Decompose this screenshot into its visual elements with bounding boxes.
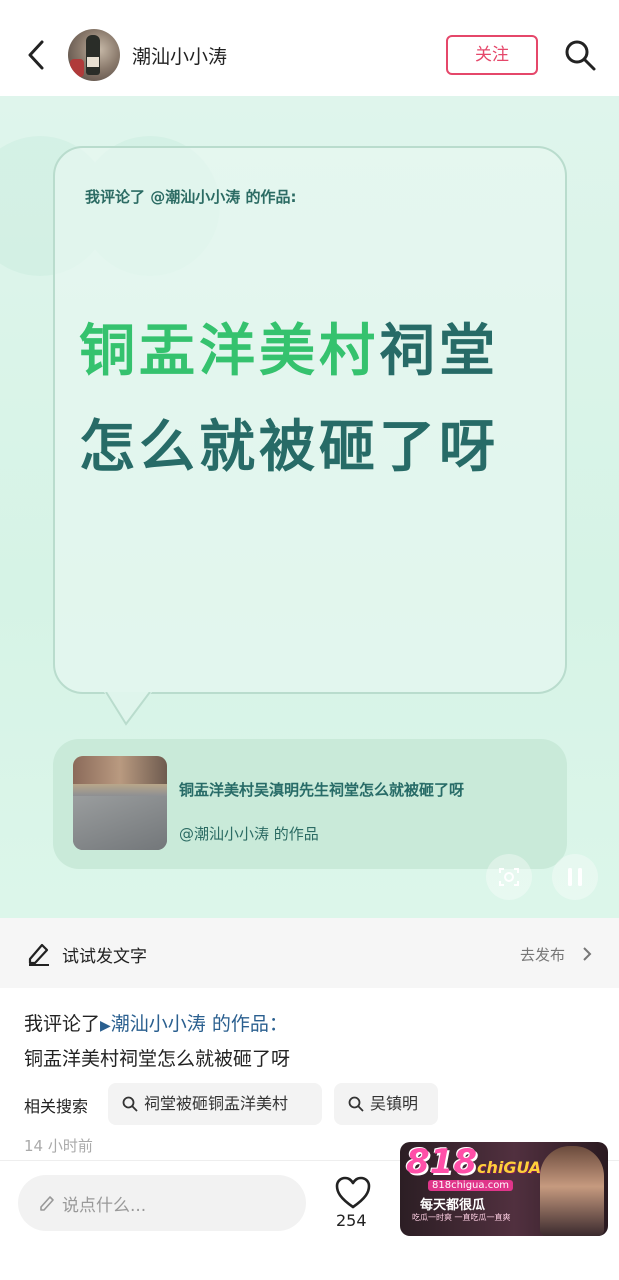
referenced-video-card[interactable]: 铜盂洋美村吴滇明先生祠堂怎么就被砸了呀 @潮汕小小涛 的作品 bbox=[53, 739, 567, 869]
ad-url: 818chigua.com bbox=[428, 1180, 514, 1191]
mention-link[interactable]: 潮汕小小涛 bbox=[111, 1013, 206, 1035]
related-search-chip[interactable]: 祠堂被砸铜盂洋美村 bbox=[108, 1083, 322, 1125]
pen-icon bbox=[28, 943, 49, 966]
ad-logo: 818chiGUA bbox=[406, 1142, 541, 1182]
bubble-heading: 我评论了 @潮汕小小涛 的作品: bbox=[85, 188, 297, 206]
try-post-label: 试试发文字 bbox=[62, 947, 147, 967]
search-icon[interactable] bbox=[563, 38, 597, 72]
caption-suffix: 的作品： bbox=[205, 1013, 288, 1035]
video-author: @潮汕小小涛 的作品 bbox=[179, 825, 319, 843]
ad-tagline: 吃瓜一时爽 一直吃瓜一直爽 bbox=[412, 1213, 511, 1222]
chevron-right-icon bbox=[583, 947, 592, 961]
post-caption-text: 铜盂洋美村祠堂怎么就被砸了呀 bbox=[24, 1048, 291, 1070]
search-icon bbox=[122, 1096, 138, 1112]
ad-slogan: 每天都很瓜 bbox=[420, 1198, 486, 1213]
comment-input[interactable]: 说点什么... bbox=[18, 1175, 306, 1231]
ad-logo-text: chiGUA bbox=[476, 1158, 542, 1177]
avatar[interactable] bbox=[68, 29, 120, 81]
comment-placeholder: 说点什么... bbox=[62, 1196, 147, 1216]
related-search-chip[interactable]: 吴镇明 bbox=[334, 1083, 438, 1125]
follow-button[interactable]: 关注 bbox=[446, 35, 538, 75]
like-count: 254 bbox=[336, 1211, 367, 1230]
heart-icon[interactable] bbox=[334, 1175, 372, 1211]
bubble-main-text: 铜盂洋美村祠堂怎么就被砸了呀 bbox=[79, 304, 519, 496]
ad-logo-number: 818 bbox=[406, 1142, 477, 1182]
go-publish-link[interactable]: 去发布 bbox=[520, 944, 565, 965]
video-title: 铜盂洋美村吴滇明先生祠堂怎么就被砸了呀 bbox=[179, 781, 465, 799]
related-search-label: 相关搜索 bbox=[24, 1097, 89, 1116]
capture-button[interactable] bbox=[486, 854, 532, 900]
comment-bubble: 我评论了 @潮汕小小涛 的作品: 铜盂洋美村祠堂怎么就被砸了呀 bbox=[53, 146, 567, 694]
author-name[interactable]: 潮汕小小涛 bbox=[132, 42, 227, 69]
ad-image bbox=[540, 1146, 604, 1236]
caption-prefix: 我评论了 bbox=[24, 1013, 101, 1035]
post-caption-line1: 我评论了▶潮汕小小涛 的作品： bbox=[24, 1009, 288, 1036]
related-search-text: 吴镇明 bbox=[370, 1094, 419, 1113]
scan-icon bbox=[499, 868, 519, 886]
pause-icon bbox=[568, 868, 582, 886]
ad-banner[interactable]: 818chiGUA 818chigua.com 每天都很瓜 吃瓜一时爽 一直吃瓜… bbox=[400, 1142, 608, 1236]
top-bar: 潮汕小小涛 关注 bbox=[0, 0, 619, 96]
play-triangle-icon: ▶ bbox=[100, 1018, 111, 1034]
highlight-text: 铜盂洋美村 bbox=[79, 319, 379, 384]
search-icon bbox=[348, 1096, 364, 1112]
video-thumbnail[interactable] bbox=[73, 756, 167, 850]
post-timestamp: 14 小时前 bbox=[24, 1137, 93, 1155]
back-arrow-icon[interactable] bbox=[24, 38, 50, 72]
pause-button[interactable] bbox=[552, 854, 598, 900]
post-media[interactable]: 我评论了 @潮汕小小涛 的作品: 铜盂洋美村祠堂怎么就被砸了呀 铜盂洋美村吴滇明… bbox=[0, 96, 619, 918]
try-post-bar[interactable]: 试试发文字 去发布 bbox=[0, 918, 619, 988]
related-search-text: 祠堂被砸铜盂洋美村 bbox=[144, 1094, 289, 1113]
pen-icon bbox=[40, 1196, 54, 1211]
bubble-tail bbox=[104, 692, 152, 726]
